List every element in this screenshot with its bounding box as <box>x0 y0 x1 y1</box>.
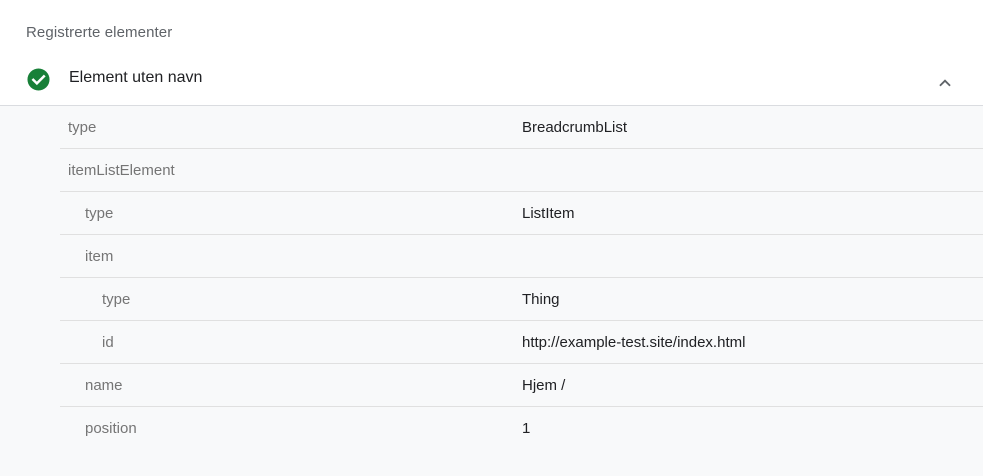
item-header[interactable]: Element uten navn <box>0 56 983 106</box>
property-row: type Thing <box>60 278 983 321</box>
property-name: type <box>85 205 114 222</box>
chevron-up-icon[interactable] <box>934 72 956 94</box>
property-value: 1 <box>522 420 531 437</box>
property-name: itemListElement <box>68 162 175 179</box>
property-name: name <box>85 377 123 394</box>
item-title: Element uten navn <box>69 69 203 86</box>
check-circle-icon <box>27 68 50 91</box>
property-row: itemListElement <box>60 149 983 192</box>
structured-data-panel: Registrerte elementer Element uten navn … <box>0 0 983 476</box>
property-row: type BreadcrumbList <box>60 106 983 149</box>
property-value: Hjem / <box>522 377 566 394</box>
section-title: Registrerte elementer <box>26 24 173 41</box>
property-name: type <box>102 291 131 308</box>
property-row: item <box>60 235 983 278</box>
property-row: position 1 <box>60 407 983 450</box>
property-value: Thing <box>522 291 560 308</box>
property-name: item <box>85 248 114 265</box>
property-name: position <box>85 420 137 437</box>
property-row: type ListItem <box>60 192 983 235</box>
property-value: BreadcrumbList <box>522 119 628 136</box>
property-value: http://example-test.site/index.html <box>522 334 746 351</box>
property-row: id http://example-test.site/index.html <box>60 321 983 364</box>
item-details: type BreadcrumbList itemListElement type… <box>0 106 983 476</box>
property-name: id <box>102 334 114 351</box>
property-value: ListItem <box>522 205 575 222</box>
property-row: name Hjem / <box>60 364 983 407</box>
property-name: type <box>68 119 97 136</box>
